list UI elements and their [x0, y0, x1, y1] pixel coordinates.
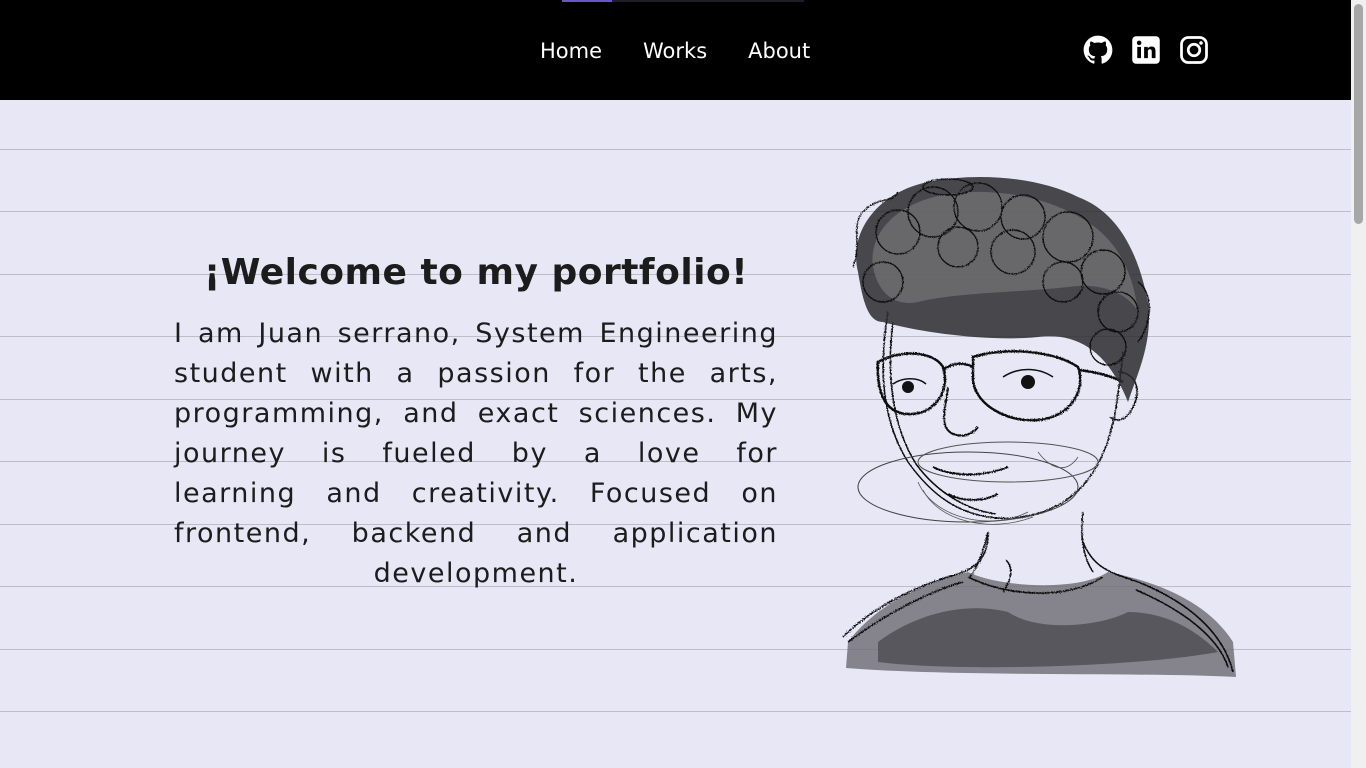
top-navbar: Home Works About — [0, 0, 1351, 100]
paper-line — [0, 149, 1351, 150]
scrollbar-thumb[interactable] — [1354, 4, 1363, 224]
hero-section: ¡Welcome to my portfolio! I am Juan serr… — [170, 248, 782, 594]
nav-active-indicator — [562, 0, 612, 2]
main-nav: Home Works About — [540, 36, 810, 66]
page-scrollbar[interactable] — [1351, 0, 1366, 768]
social-links — [1083, 35, 1209, 65]
paper-line — [0, 711, 1351, 712]
nav-link-about[interactable]: About — [748, 36, 810, 66]
hero-description: I am Juan serrano, System Engineering st… — [174, 318, 778, 589]
nav-link-home[interactable]: Home — [540, 36, 602, 66]
instagram-icon[interactable] — [1179, 35, 1209, 65]
page: Home Works About ¡Welcome to my portfoli… — [0, 0, 1366, 768]
hero-title: ¡Welcome to my portfolio! — [203, 252, 749, 293]
portrait-sketch-image — [842, 177, 1236, 677]
nav-link-works[interactable]: Works — [643, 36, 707, 66]
linkedin-icon[interactable] — [1131, 35, 1161, 65]
github-icon[interactable] — [1083, 35, 1113, 65]
